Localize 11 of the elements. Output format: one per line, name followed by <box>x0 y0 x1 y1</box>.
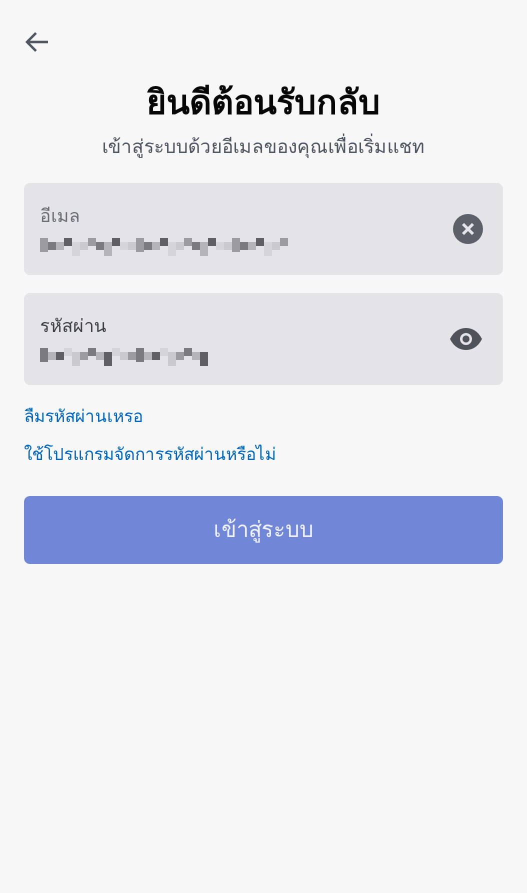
back-arrow-icon <box>24 30 50 54</box>
page-title: ยินดีต้อนรับกลับ <box>146 82 380 124</box>
input-field[interactable]: อีเมล <box>24 183 503 275</box>
eye-icon[interactable] <box>449 327 483 351</box>
text-link[interactable]: ลืมรหัสผ่านเหรอ <box>24 405 143 430</box>
page-subtitle: เข้าสู่ระบบด้วยอีเมลของคุณเพื่อเริ่มแชท <box>102 132 425 160</box>
field-label: รหัสผ่าน <box>40 314 107 338</box>
text-link[interactable]: ใช้โปรแกรมจัดการรหัสผ่านหรือไม่ <box>24 442 276 468</box>
input-field[interactable]: รหัสผ่าน <box>24 293 503 385</box>
field-label: อีเมล <box>40 204 81 228</box>
clear-icon[interactable] <box>453 214 483 244</box>
